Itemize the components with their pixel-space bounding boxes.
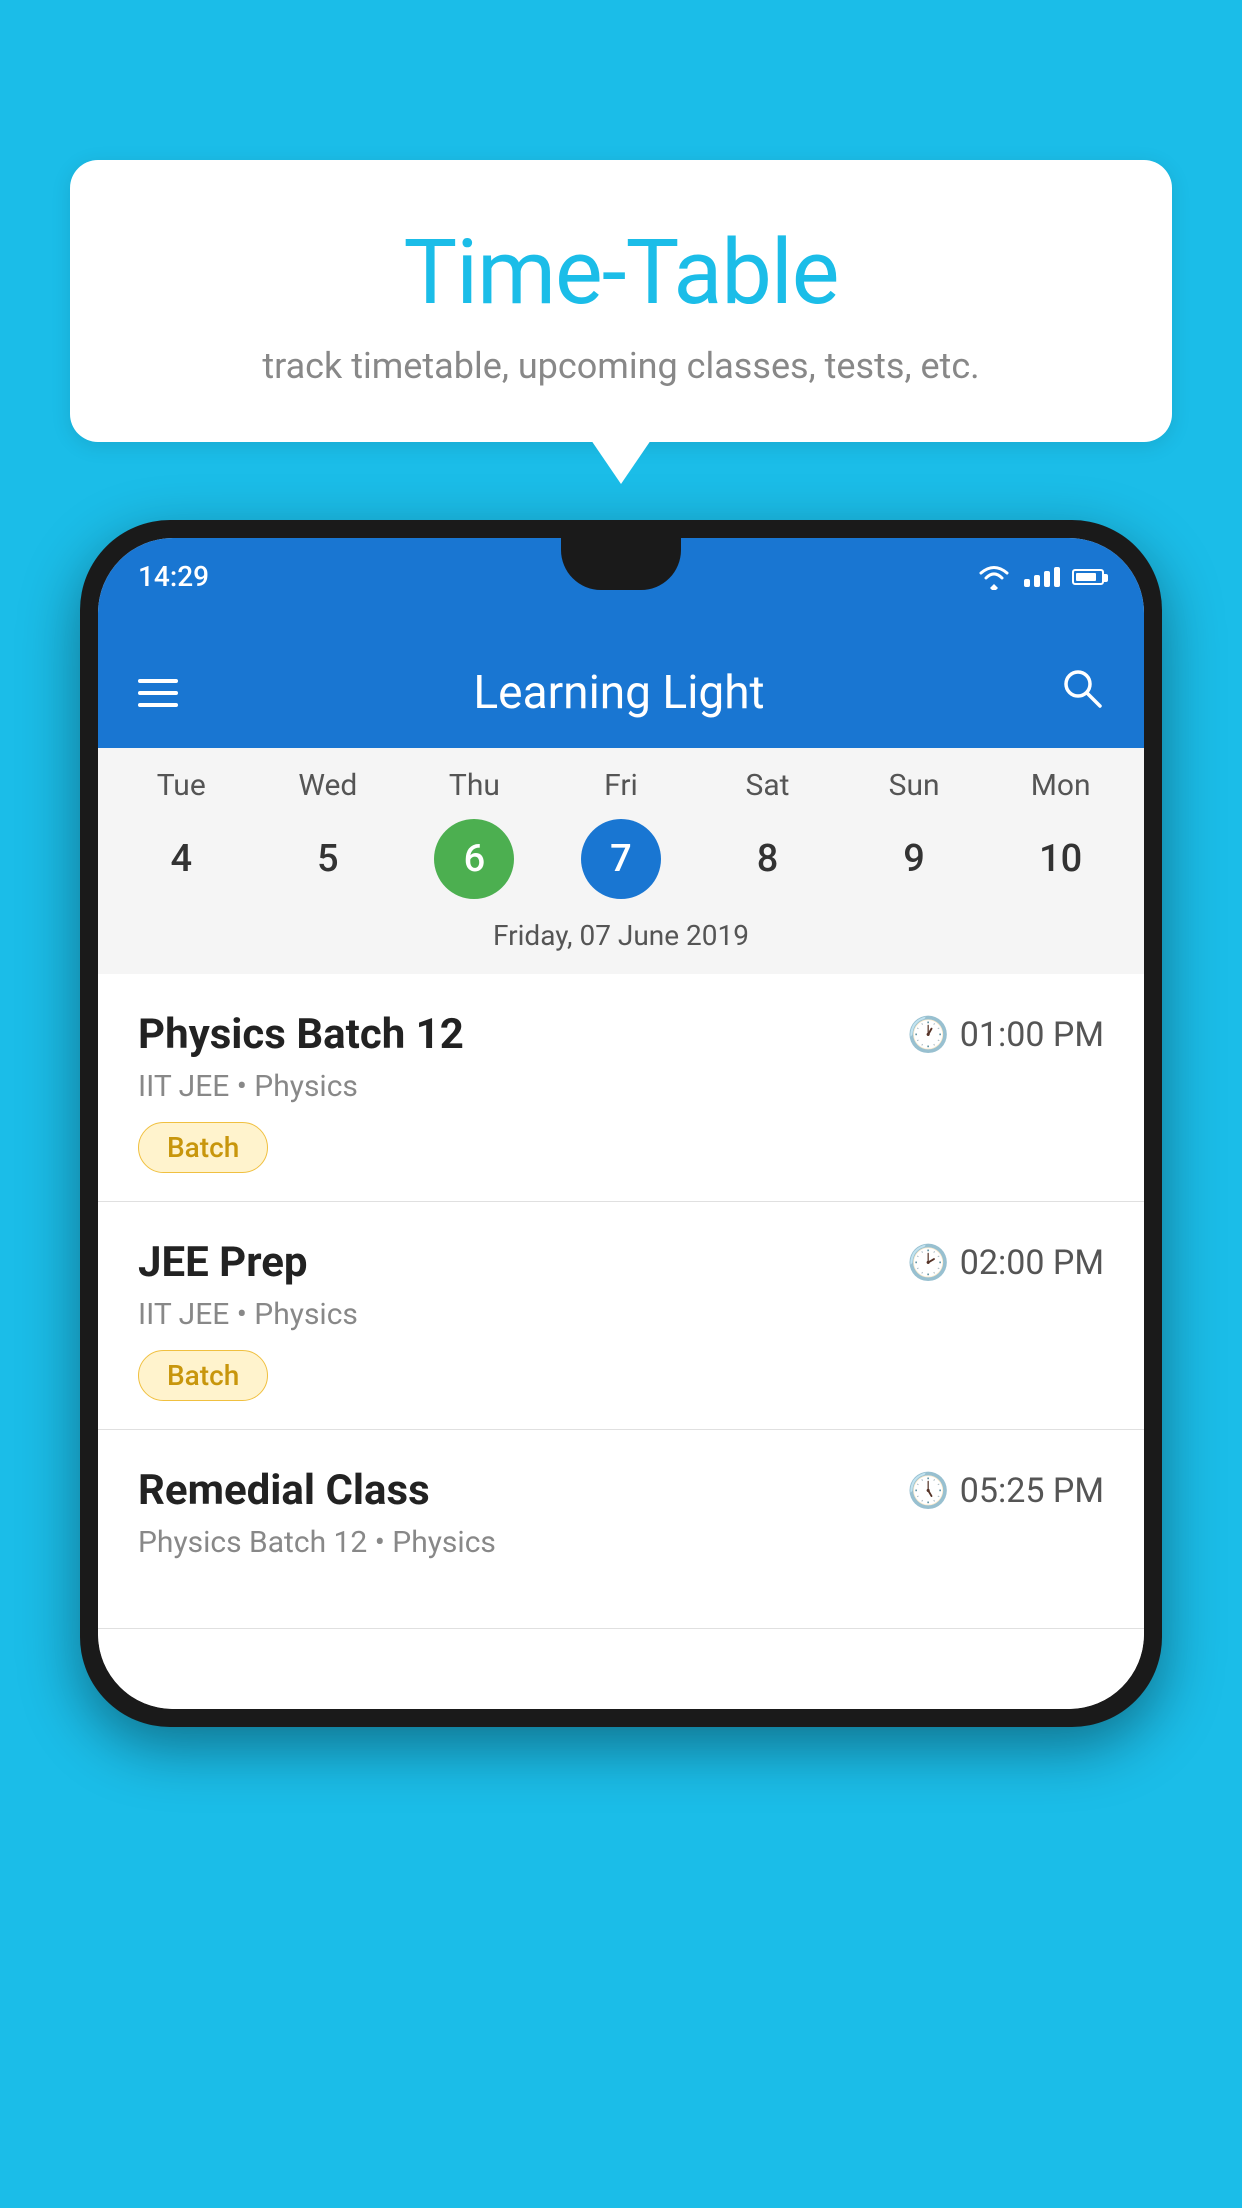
- notch: [561, 538, 681, 590]
- day-header-sun: Sun: [849, 768, 979, 803]
- schedule-item-2[interactable]: JEE Prep 🕑 02:00 PM IIT JEE • Physics Ba…: [98, 1202, 1144, 1430]
- schedule-item-2-time: 🕑 02:00 PM: [907, 1243, 1104, 1283]
- day-header-thu: Thu: [409, 768, 539, 803]
- day-headers: Tue Wed Thu Fri Sat Sun Mon: [108, 768, 1134, 803]
- day-header-tue: Tue: [116, 768, 246, 803]
- schedule-item-3-time-text: 05:25 PM: [960, 1471, 1104, 1511]
- calendar-section: Tue Wed Thu Fri Sat Sun Mon 4 5 6 7 8 9 …: [98, 748, 1144, 974]
- schedule-item-1-time-text: 01:00 PM: [960, 1015, 1104, 1055]
- day-numbers: 4 5 6 7 8 9 10: [108, 819, 1134, 899]
- calendar-day-5[interactable]: 5: [288, 819, 368, 899]
- schedule-item-1-time: 🕐 01:00 PM: [907, 1015, 1104, 1055]
- day-header-sat: Sat: [703, 768, 833, 803]
- clock-icon-1: 🕐: [907, 1015, 949, 1055]
- schedule-item-1-tag: Batch: [138, 1122, 268, 1173]
- app-title: Learning Light: [473, 666, 764, 720]
- clock-icon-2: 🕑: [907, 1243, 949, 1283]
- calendar-day-10[interactable]: 10: [1021, 819, 1101, 899]
- day-header-wed: Wed: [263, 768, 393, 803]
- search-button[interactable]: [1060, 666, 1104, 721]
- speech-bubble-container: Time-Table track timetable, upcoming cla…: [70, 160, 1172, 442]
- app-toolbar: Learning Light: [98, 638, 1144, 748]
- schedule-item-1-title: Physics Batch 12: [138, 1010, 464, 1059]
- calendar-day-6-today[interactable]: 6: [434, 819, 514, 899]
- schedule-item-1[interactable]: Physics Batch 12 🕐 01:00 PM IIT JEE • Ph…: [98, 974, 1144, 1202]
- speech-bubble: Time-Table track timetable, upcoming cla…: [70, 160, 1172, 442]
- calendar-day-4[interactable]: 4: [141, 819, 221, 899]
- phone-bottom: [98, 1629, 1144, 1709]
- day-header-mon: Mon: [996, 768, 1126, 803]
- schedule-item-1-header: Physics Batch 12 🕐 01:00 PM: [138, 1010, 1104, 1059]
- schedule-item-3[interactable]: Remedial Class 🕔 05:25 PM Physics Batch …: [98, 1430, 1144, 1629]
- day-header-fri: Fri: [556, 768, 686, 803]
- menu-button[interactable]: [138, 679, 178, 707]
- schedule-item-3-time: 🕔 05:25 PM: [907, 1471, 1104, 1511]
- status-icons: [976, 556, 1104, 590]
- wifi-icon: [976, 564, 1012, 590]
- bubble-title: Time-Table: [120, 220, 1122, 325]
- phone-screen: 14:29: [98, 538, 1144, 1709]
- menu-bar-1: [138, 679, 178, 683]
- schedule-list: Physics Batch 12 🕐 01:00 PM IIT JEE • Ph…: [98, 974, 1144, 1629]
- calendar-day-9[interactable]: 9: [874, 819, 954, 899]
- menu-bar-2: [138, 691, 178, 695]
- calendar-day-8[interactable]: 8: [728, 819, 808, 899]
- schedule-item-1-subtitle: IIT JEE • Physics: [138, 1069, 1104, 1104]
- schedule-item-3-subtitle: Physics Batch 12 • Physics: [138, 1525, 1104, 1560]
- calendar-day-7-selected[interactable]: 7: [581, 819, 661, 899]
- schedule-item-3-header: Remedial Class 🕔 05:25 PM: [138, 1466, 1104, 1515]
- schedule-item-2-header: JEE Prep 🕑 02:00 PM: [138, 1238, 1104, 1287]
- schedule-item-2-title: JEE Prep: [138, 1238, 308, 1287]
- menu-bar-3: [138, 703, 178, 707]
- phone-mockup: 14:29: [80, 520, 1162, 1727]
- schedule-item-2-time-text: 02:00 PM: [960, 1243, 1104, 1283]
- bubble-subtitle: track timetable, upcoming classes, tests…: [120, 345, 1122, 387]
- schedule-item-3-title: Remedial Class: [138, 1466, 430, 1515]
- status-bar: 14:29: [98, 538, 1144, 638]
- status-time: 14:29: [138, 556, 209, 593]
- clock-icon-3: 🕔: [907, 1471, 949, 1511]
- schedule-item-2-subtitle: IIT JEE • Physics: [138, 1297, 1104, 1332]
- signal-icon: [1024, 567, 1060, 587]
- schedule-item-2-tag: Batch: [138, 1350, 268, 1401]
- battery-icon: [1072, 569, 1104, 585]
- selected-date-label: Friday, 07 June 2019: [108, 909, 1134, 964]
